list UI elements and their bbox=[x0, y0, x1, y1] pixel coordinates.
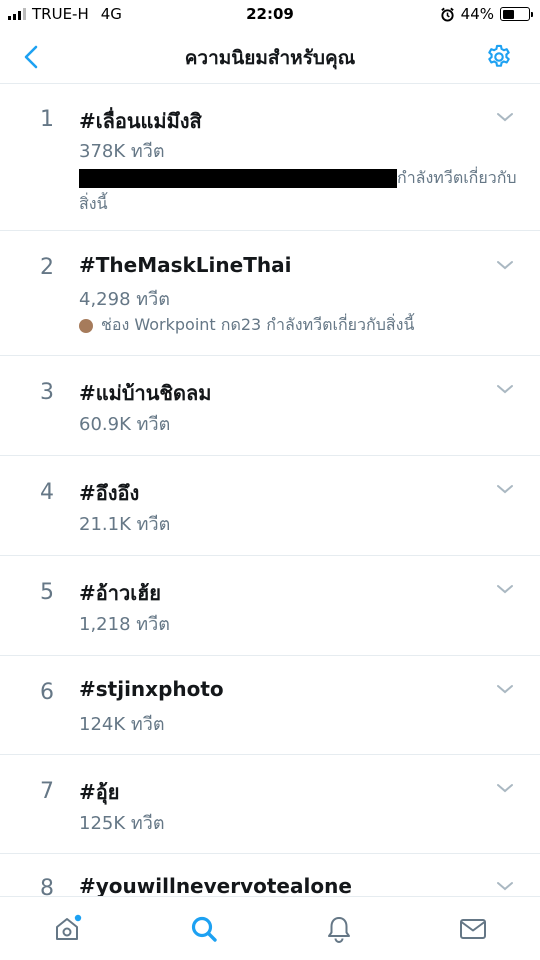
trend-tweet-count: 378K ทวีต bbox=[79, 141, 165, 162]
trend-item[interactable]: 7 #อุ้ย 125K ทวีต bbox=[0, 755, 540, 854]
trend-rank: 1 bbox=[40, 107, 54, 132]
chevron-down-icon[interactable] bbox=[496, 111, 514, 123]
status-bar: TRUE-H 4G 22:09 44% bbox=[0, 0, 540, 30]
status-right: 44% bbox=[440, 5, 533, 23]
trend-context: ช่อง Workpoint กด23 กำลังทวีตเกี่ยวกับสิ… bbox=[79, 312, 519, 338]
trend-context-text: ช่อง Workpoint กด23 กำลังทวีตเกี่ยวกับสิ… bbox=[101, 315, 415, 334]
trend-rank: 6 bbox=[40, 680, 54, 705]
trend-hashtag: #TheMaskLineThai bbox=[79, 253, 292, 277]
chevron-down-icon[interactable] bbox=[496, 383, 514, 395]
notifications-icon bbox=[328, 917, 350, 943]
trend-item[interactable]: 4 #อึงอึง 21.1K ทวีต bbox=[0, 456, 540, 556]
trend-tweet-count: 60.9K ทวีต bbox=[79, 414, 171, 435]
avatar bbox=[79, 318, 93, 333]
alarm-icon bbox=[440, 7, 454, 22]
chevron-down-icon[interactable] bbox=[496, 683, 514, 695]
chevron-down-icon[interactable] bbox=[496, 583, 514, 595]
trend-rank: 5 bbox=[40, 580, 54, 605]
trend-tweet-count: 124K ทวีต bbox=[79, 714, 165, 735]
trend-tweet-count: 21.1K ทวีต bbox=[79, 514, 171, 535]
trend-tweet-count: 4,298 ทวีต bbox=[79, 289, 170, 310]
battery-percent: 44% bbox=[460, 5, 494, 23]
settings-button[interactable] bbox=[482, 40, 516, 74]
messages-icon bbox=[460, 919, 486, 939]
trend-item[interactable]: 2 #TheMaskLineThai 4,298 ทวีต ช่อง Workp… bbox=[0, 231, 540, 356]
chevron-down-icon[interactable] bbox=[496, 782, 514, 794]
trend-tweet-count: 1,218 ทวีต bbox=[79, 614, 170, 635]
battery-icon bbox=[500, 7, 533, 21]
tab-search[interactable] bbox=[187, 912, 221, 946]
trend-hashtag: #อึงอึง bbox=[79, 481, 140, 505]
trend-rank: 3 bbox=[40, 380, 54, 405]
trend-hashtag: #youwillnevervotealone bbox=[79, 874, 352, 898]
page-title: ความนิยมสำหรับคุณ bbox=[184, 47, 356, 69]
trend-item[interactable]: 5 #อ้าวเฮ้ย 1,218 ทวีต bbox=[0, 556, 540, 656]
search-icon bbox=[191, 916, 217, 942]
trend-rank: 7 bbox=[40, 779, 54, 804]
tab-notifications[interactable] bbox=[322, 912, 356, 946]
tab-home[interactable] bbox=[50, 912, 84, 946]
trend-hashtag: #อ้าวเฮ้ย bbox=[79, 581, 161, 605]
trend-hashtag: #อุ้ย bbox=[79, 780, 120, 804]
gear-icon bbox=[488, 44, 510, 67]
nav-header: ความนิยมสำหรับคุณ bbox=[0, 30, 540, 84]
trend-item[interactable]: 6 #stjinxphoto 124K ทวีต bbox=[0, 656, 540, 755]
tab-messages[interactable] bbox=[456, 912, 490, 946]
chevron-down-icon[interactable] bbox=[496, 880, 514, 892]
trend-hashtag: #stjinxphoto bbox=[79, 677, 224, 701]
trends-list: 1 #เลื่อนแม่มึงสิ 378K ทวีต กำลังทวีตเกี… bbox=[0, 85, 540, 914]
chevron-down-icon[interactable] bbox=[496, 483, 514, 495]
trend-item[interactable]: 3 #แม่บ้านชิดลม 60.9K ทวีต bbox=[0, 356, 540, 456]
redacted-block bbox=[79, 169, 397, 188]
tab-bar bbox=[0, 896, 540, 960]
trend-rank: 4 bbox=[40, 480, 54, 505]
trend-context: กำลังทวีตเกี่ยวกับสิ่งนี้ bbox=[79, 165, 519, 217]
trend-rank: 2 bbox=[40, 255, 54, 280]
home-icon bbox=[56, 914, 82, 940]
trend-item[interactable]: 1 #เลื่อนแม่มึงสิ 378K ทวีต กำลังทวีตเกี… bbox=[0, 85, 540, 231]
trend-tweet-count: 125K ทวีต bbox=[79, 813, 165, 834]
trend-hashtag: #เลื่อนแม่มึงสิ bbox=[79, 109, 202, 133]
trend-hashtag: #แม่บ้านชิดลม bbox=[79, 381, 212, 405]
chevron-down-icon[interactable] bbox=[496, 259, 514, 271]
